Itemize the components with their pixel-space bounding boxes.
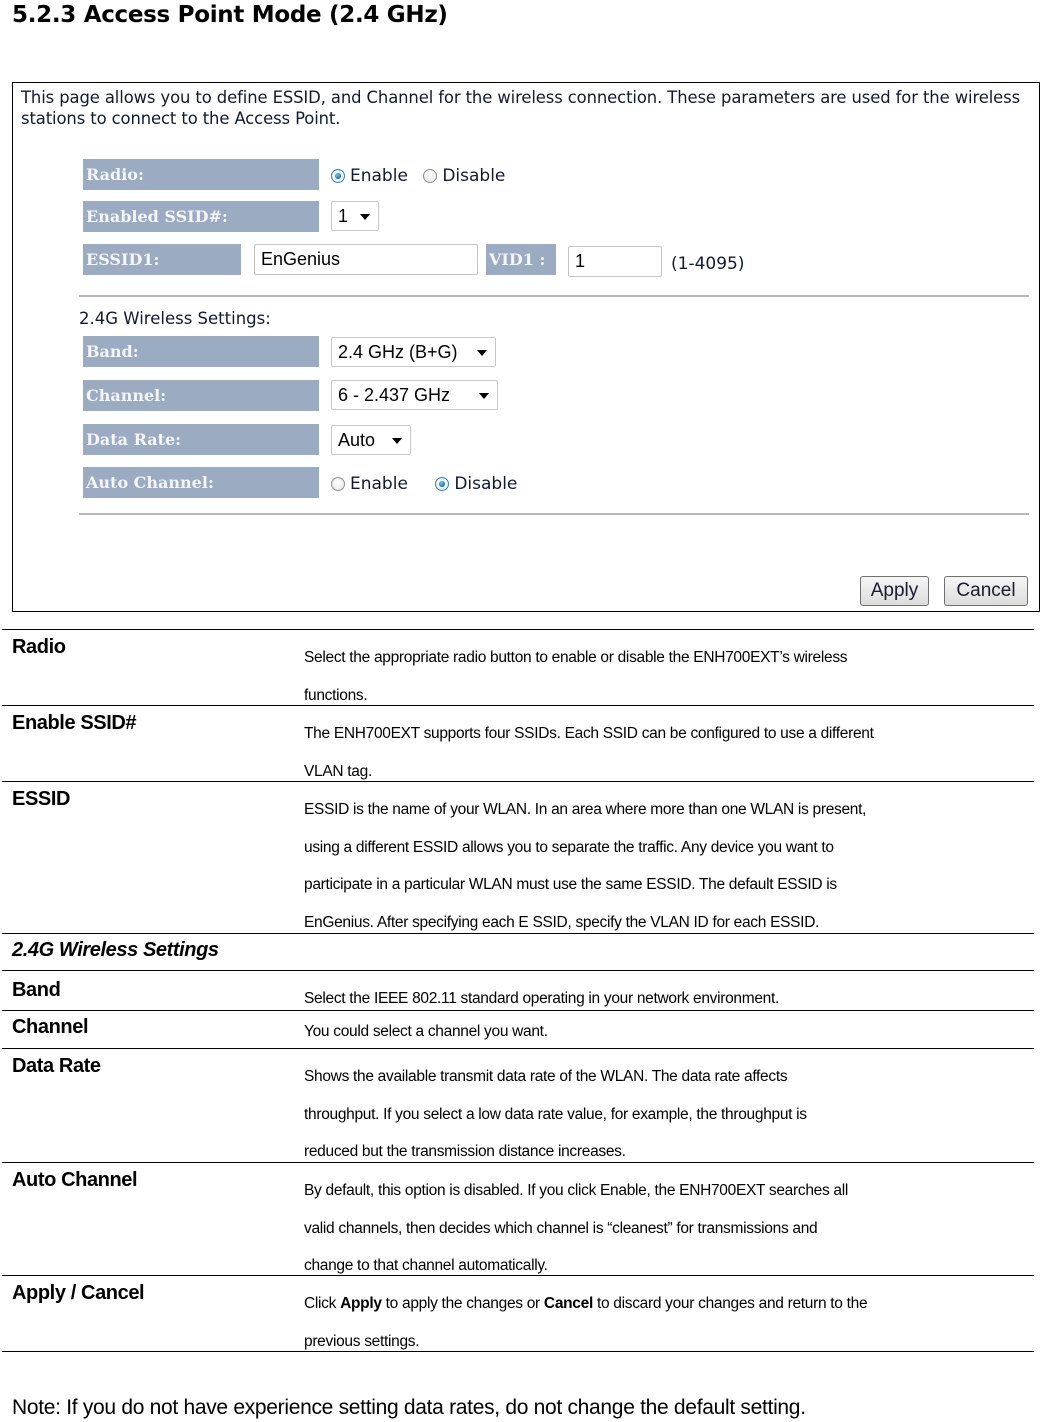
definition-line: EnGenius. After specifying each E SSID, … <box>304 913 820 931</box>
definition-line: The ENH700EXT supports four SSIDs. Each … <box>304 725 874 742</box>
definition-line: using a different ESSID allows you to se… <box>304 838 834 856</box>
definition-line: ESSID is the name of your WLAN. In an ar… <box>304 801 867 818</box>
data-rate-label: Data Rate: <box>83 424 319 455</box>
definition-line: participate in a particular WLAN must us… <box>304 876 837 893</box>
definition-emphasis-cancel: Cancel <box>543 1295 593 1312</box>
radio-control: Enable Disable <box>331 165 515 189</box>
table-row: Data Rate Shows the available transmit d… <box>2 1049 1034 1163</box>
definition: You could select a channel you want. <box>304 1011 1034 1051</box>
auto-channel-enable-button[interactable] <box>331 477 345 491</box>
auto-channel-disable-label: Disable <box>454 474 518 494</box>
band-label: Band: <box>83 336 319 367</box>
table-row: Auto Channel By default, this option is … <box>2 1163 1034 1276</box>
definition: Shows the available transmit data rate o… <box>304 1049 1034 1171</box>
auto-channel-disable-option[interactable]: Disable <box>435 473 517 495</box>
vid1-label: VID1 : <box>486 244 556 275</box>
definition-line: VLAN tag. <box>304 762 372 780</box>
chevron-down-icon <box>360 214 370 220</box>
definition-line: valid channels, then decides which chann… <box>304 1219 818 1237</box>
definition-line: By default, this option is disabled. If … <box>304 1182 849 1199</box>
note-text: Note: If you do not have experience sett… <box>12 1396 806 1419</box>
auto-channel-disable-button[interactable] <box>435 477 450 491</box>
definition-text: to apply the changes or <box>381 1295 544 1312</box>
definition: ESSID is the name of your WLAN. In an ar… <box>304 782 1034 941</box>
data-rate-value: Auto <box>338 430 376 450</box>
channel-label: Channel: <box>83 380 319 411</box>
term-radio: Radio <box>12 636 66 658</box>
band-select[interactable]: 2.4 GHz (B+G) <box>331 337 496 367</box>
definition-line: previous settings. <box>304 1332 420 1350</box>
auto-channel-enable-label: Enable <box>350 474 408 494</box>
radio-disable-label: Disable <box>442 166 506 186</box>
term-band: Band <box>12 979 61 1001</box>
term-channel: Channel <box>12 1016 89 1038</box>
definition-line: Shows the available transmit data rate o… <box>304 1068 788 1085</box>
table-row: Band Select the IEEE 802.11 standard ope… <box>2 971 1034 1011</box>
definition-line: reduced but the transmission distance in… <box>304 1143 626 1160</box>
auto-channel-control: Enable Disable <box>331 473 527 497</box>
chevron-down-icon <box>479 393 489 399</box>
term-auto-channel: Auto Channel <box>12 1169 138 1191</box>
definition-line: functions. <box>304 686 368 704</box>
data-rate-select[interactable]: Auto <box>331 425 411 455</box>
wireless-settings-heading: 2.4G Wireless Settings: <box>79 309 271 328</box>
definition-text: Click <box>304 1295 341 1312</box>
definition-line: change to that channel automatically. <box>304 1257 548 1274</box>
term-essid: ESSID <box>12 788 71 810</box>
radio-enable-label: Enable <box>350 166 408 186</box>
vid1-input[interactable]: 1 <box>568 246 662 277</box>
table-row: Radio Select the appropriate radio butto… <box>2 630 1034 706</box>
table-row-group-heading: 2.4G Wireless Settings <box>2 934 1034 971</box>
definition-line: Select the IEEE 802.11 standard operatin… <box>304 990 780 1007</box>
table-row: Enable SSID# The ENH700EXT supports four… <box>2 706 1034 782</box>
channel-value: 6 - 2.437 GHz <box>338 385 451 405</box>
enabled-ssid-value: 1 <box>338 206 349 226</box>
definition-emphasis-apply: Apply <box>340 1295 382 1312</box>
term-enable-ssid: Enable SSID# <box>12 712 137 734</box>
radio-disable-button[interactable] <box>423 169 438 183</box>
table-row: Apply / Cancel Click Apply to apply the … <box>2 1276 1034 1352</box>
band-value: 2.4 GHz (B+G) <box>338 342 458 362</box>
auto-channel-label: Auto Channel: <box>83 467 319 498</box>
cancel-button[interactable]: Cancel <box>944 576 1028 606</box>
definition: Select the appropriate radio button to e… <box>304 630 1034 714</box>
radio-enable-button[interactable] <box>331 169 345 183</box>
term-wireless-settings: 2.4G Wireless Settings <box>12 939 219 961</box>
term-apply-cancel: Apply / Cancel <box>12 1282 145 1304</box>
channel-select[interactable]: 6 - 2.437 GHz <box>331 380 498 410</box>
apply-button[interactable]: Apply <box>860 576 929 606</box>
radio-enable-option[interactable]: Enable <box>331 165 408 187</box>
divider <box>79 295 1029 297</box>
enabled-ssid-label: Enabled SSID#: <box>83 201 319 232</box>
definition: By default, this option is disabled. If … <box>304 1163 1034 1285</box>
definition-text: to discard your changes and return to th… <box>592 1295 868 1312</box>
radio-label: Radio: <box>83 159 319 190</box>
definition-line: Select the appropriate radio button to e… <box>304 649 848 666</box>
chevron-down-icon <box>477 350 487 356</box>
section-title: 5.2.3 Access Point Mode (2.4 GHz) <box>12 2 448 28</box>
intro-text: This page allows you to define ESSID, an… <box>21 88 1021 128</box>
vid1-range-hint: (1-4095) <box>671 254 745 274</box>
enabled-ssid-select[interactable]: 1 <box>331 201 379 231</box>
settings-screenshot: This page allows you to define ESSID, an… <box>12 82 1040 612</box>
table-row: Channel You could select a channel you w… <box>2 1011 1034 1049</box>
essid1-input[interactable]: EnGenius <box>254 244 478 275</box>
term-data-rate: Data Rate <box>12 1055 101 1077</box>
table-row: ESSID ESSID is the name of your WLAN. In… <box>2 782 1034 934</box>
definition-line: You could select a channel you want. <box>304 1023 548 1040</box>
essid1-label: ESSID1: <box>83 244 241 275</box>
description-table: Radio Select the appropriate radio butto… <box>2 629 1034 1352</box>
definition: The ENH700EXT supports four SSIDs. Each … <box>304 706 1034 790</box>
definition: Click Apply to apply the changes or Canc… <box>304 1276 1034 1360</box>
chevron-down-icon <box>392 438 402 444</box>
definition-line: throughput. If you select a low data rat… <box>304 1105 807 1123</box>
auto-channel-enable-option[interactable]: Enable <box>331 473 408 495</box>
divider <box>79 513 1029 515</box>
radio-disable-option[interactable]: Disable <box>423 165 505 187</box>
